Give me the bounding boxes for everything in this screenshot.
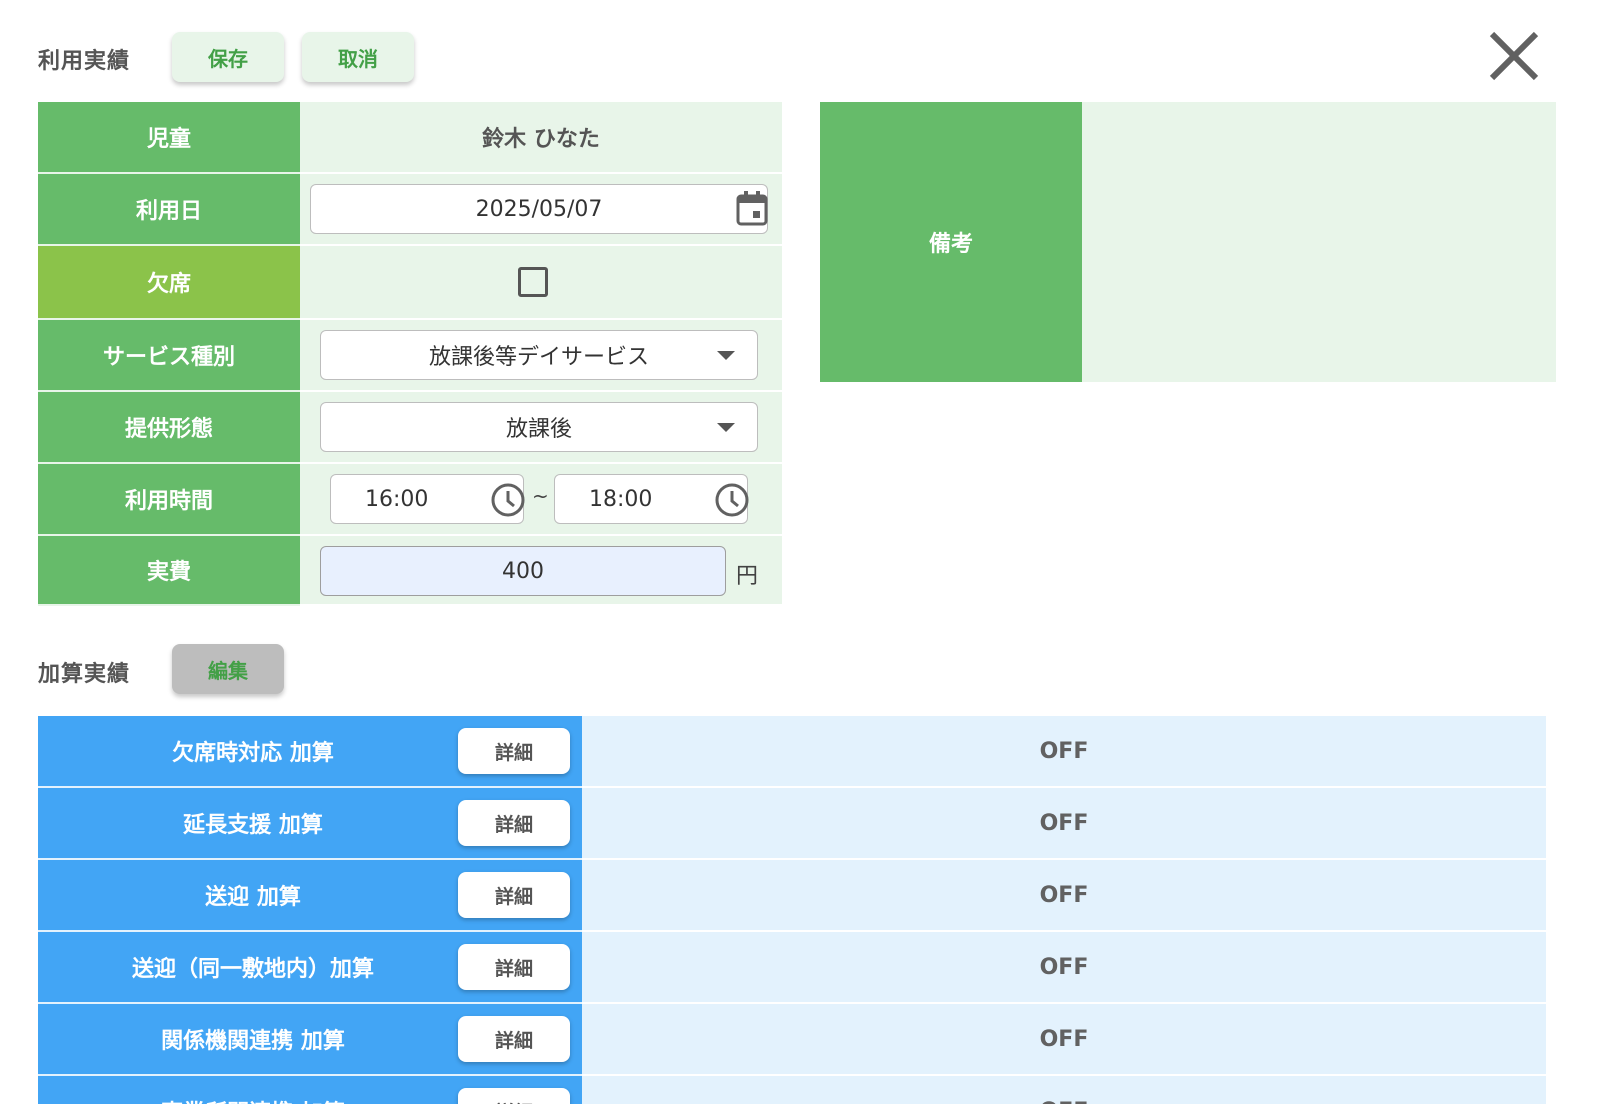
detail-button[interactable]: 詳細	[458, 944, 570, 990]
row-service-type: サービス種別 放課後等デイサービス	[38, 320, 782, 392]
addition-label-cell: 送迎 加算 詳細	[38, 860, 582, 932]
row-cost: 実費 400 円	[38, 536, 782, 606]
detail-button[interactable]: 詳細	[458, 872, 570, 918]
date-value-cell: 2025/05/07	[300, 174, 782, 246]
cancel-button[interactable]: 取消	[302, 32, 414, 82]
addition-name: 関係機関連携 加算	[161, 1029, 345, 1054]
cost-label: 実費	[38, 536, 300, 606]
addition-status: OFF	[582, 788, 1546, 860]
detail-button[interactable]: 詳細	[458, 728, 570, 774]
addition-row: 送迎（同一敷地内）加算 詳細 OFF	[38, 932, 1546, 1004]
save-button[interactable]: 保存	[172, 32, 284, 82]
date-value: 2025/05/07	[475, 196, 603, 222]
time-separator: ~	[532, 484, 549, 508]
remarks-input[interactable]	[1082, 102, 1556, 382]
row-absent: 欠席	[38, 246, 782, 320]
edit-button[interactable]: 編集	[172, 644, 284, 694]
service-type-select[interactable]: 放課後等デイサービス	[320, 330, 758, 380]
row-provision: 提供形態 放課後	[38, 392, 782, 464]
cost-value: 400	[502, 558, 544, 584]
addition-name: 送迎 加算	[205, 885, 301, 910]
row-child: 児童 鈴木 ひなた	[38, 102, 782, 174]
close-button[interactable]	[1486, 28, 1542, 84]
addition-name: 欠席時対応 加算	[172, 741, 334, 766]
time-start-value: 16:00	[365, 486, 429, 512]
addition-label-cell: 欠席時対応 加算 詳細	[38, 716, 582, 788]
addition-name: 送迎（同一敷地内）加算	[131, 957, 374, 982]
addition-row: 欠席時対応 加算 詳細 OFF	[38, 716, 1546, 788]
close-icon	[1489, 31, 1539, 81]
addition-label-cell: 延長支援 加算 詳細	[38, 788, 582, 860]
detail-button[interactable]: 詳細	[458, 800, 570, 846]
addition-row: 事業所間連携 加算 詳細 OFF	[38, 1076, 1546, 1104]
addition-status: OFF	[582, 716, 1546, 788]
absent-label: 欠席	[38, 246, 300, 320]
child-name: 鈴木 ひなた	[482, 127, 600, 152]
clock-icon[interactable]	[714, 482, 750, 518]
addition-row: 延長支援 加算 詳細 OFF	[38, 788, 1546, 860]
addition-status: OFF	[582, 860, 1546, 932]
time-label: 利用時間	[38, 464, 300, 536]
time-value-cell: 16:00 ~ 18:00	[300, 464, 782, 536]
absent-value-cell	[300, 246, 782, 320]
addition-row: 送迎 加算 詳細 OFF	[38, 860, 1546, 932]
addition-label-cell: 関係機関連携 加算 詳細	[38, 1004, 582, 1076]
addition-status: OFF	[582, 1076, 1546, 1104]
cost-unit: 円	[736, 564, 759, 589]
row-time: 利用時間 16:00 ~ 18:00	[38, 464, 782, 536]
addition-name: 事業所間連携 加算	[38, 1076, 468, 1104]
provision-label: 提供形態	[38, 392, 300, 464]
provision-value: 放課後	[505, 417, 572, 442]
row-date: 利用日 2025/05/07	[38, 174, 782, 246]
additions-section-title: 加算実績	[38, 662, 131, 687]
service-type-value-cell: 放課後等デイサービス	[300, 320, 782, 392]
time-end-value: 18:00	[589, 486, 653, 512]
child-label: 児童	[38, 102, 300, 174]
chevron-down-icon	[717, 351, 735, 360]
chevron-down-icon	[717, 423, 735, 432]
detail-button[interactable]: 詳細	[458, 1016, 570, 1062]
cost-value-cell: 400 円	[300, 536, 782, 606]
cost-input[interactable]: 400	[320, 546, 726, 596]
provision-value-cell: 放課後	[300, 392, 782, 464]
addition-row: 関係機関連携 加算 詳細 OFF	[38, 1004, 1546, 1076]
child-value-cell: 鈴木 ひなた	[300, 102, 782, 174]
absent-checkbox[interactable]	[518, 267, 548, 297]
service-type-value: 放課後等デイサービス	[428, 345, 649, 370]
detail-button[interactable]: 詳細	[458, 1088, 570, 1104]
calendar-icon[interactable]	[736, 190, 768, 226]
addition-status: OFF	[582, 932, 1546, 1004]
service-type-label: サービス種別	[38, 320, 300, 392]
provision-select[interactable]: 放課後	[320, 402, 758, 452]
remarks-label: 備考	[820, 102, 1082, 382]
date-input[interactable]: 2025/05/07	[310, 184, 768, 234]
clock-icon[interactable]	[490, 482, 526, 518]
addition-label-cell: 事業所間連携 加算 詳細	[38, 1076, 582, 1104]
date-label: 利用日	[38, 174, 300, 246]
usage-section-title: 利用実績	[38, 49, 131, 74]
addition-status: OFF	[582, 1004, 1546, 1076]
addition-label-cell: 送迎（同一敷地内）加算 詳細	[38, 932, 582, 1004]
addition-name: 延長支援 加算	[183, 813, 323, 838]
